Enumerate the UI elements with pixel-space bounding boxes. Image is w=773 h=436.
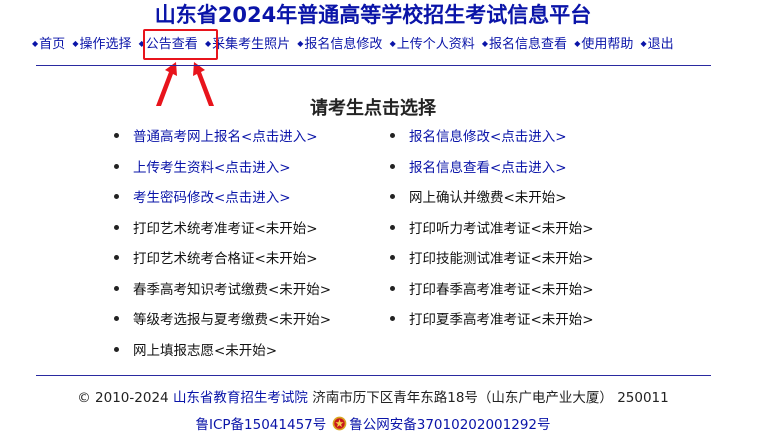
bullet-dot-icon <box>390 194 395 199</box>
diamond-bullet-icon: ◆ <box>389 39 396 48</box>
bullet-dot-icon <box>114 255 119 260</box>
site-title: 山东省2024年普通高等学校招生考试信息平台 <box>154 3 592 27</box>
option-confirm-and-pay: 网上确认并缴费<未开始> <box>390 187 594 218</box>
nav-item-label: 报名信息查看 <box>489 37 568 52</box>
bullet-dot-icon <box>390 224 395 230</box>
nav-item-label: 使用帮助 <box>581 37 634 52</box>
bullet-dot-icon <box>114 285 119 291</box>
nav-item-label: 采集考生照片 <box>212 37 291 52</box>
police-record-link[interactable]: 鲁公网安备37010202001292号 <box>349 417 550 433</box>
option-change-password[interactable]: 考生密码修改<点击进入> <box>114 187 331 218</box>
option-label: 打印艺术统考准考证<未开始> <box>133 220 318 237</box>
option-label: 网上填报志愿<未开始> <box>133 342 278 359</box>
bullet-dot-icon <box>114 133 119 138</box>
divider-bottom <box>36 375 711 376</box>
icp-link[interactable]: 鲁ICP备15041457号 <box>195 417 326 433</box>
option-label: 打印夏季高考准考证<未开始> <box>409 312 594 328</box>
divider-top <box>36 65 711 66</box>
options-right-column: 报名信息修改<点击进入> 报名信息查看<点击进入> 网上确认并缴费<未开始> 打… <box>390 126 594 340</box>
annotation-highlight-box <box>143 29 218 60</box>
bullet-dot-icon <box>390 163 395 169</box>
nav-item-view-registration[interactable]: ◆报名信息查看 <box>482 34 567 55</box>
option-level-exam-selection: 等级考选报与夏考缴费<未开始> <box>114 309 331 340</box>
option-label: 考生密码修改<点击进入> <box>133 190 291 206</box>
option-label: 打印艺术统考合格证<未开始> <box>133 251 318 267</box>
option-print-spring-admission: 打印春季高考准考证<未开始> <box>390 279 594 310</box>
nav-item-label: 操作选择 <box>79 37 132 52</box>
nav-item-home[interactable]: ◆首页 <box>32 34 65 55</box>
bullet-dot-icon <box>390 285 395 291</box>
footer-registration: 鲁ICP备15041457号 鲁公网安备37010202001292号 <box>0 414 746 436</box>
option-label: 报名信息修改<点击进入> <box>409 129 567 145</box>
page: 山东省2024年普通高等学校招生考试信息平台 ◆首页 ◆操作选择 ◆公告查看 ◆… <box>0 0 773 436</box>
option-label: 打印春季高考准考证<未开始> <box>409 281 594 298</box>
nav-item-label: 报名信息修改 <box>304 37 383 52</box>
address-text: 济南市历下区青年东路18号（山东广电产业大厦） 250011 <box>312 390 669 406</box>
option-label: 网上确认并缴费<未开始> <box>409 190 567 206</box>
nav-item-help[interactable]: ◆使用帮助 <box>574 34 633 55</box>
bullet-dot-icon <box>390 133 395 138</box>
nav-item-logout[interactable]: ◆退出 <box>641 34 674 55</box>
option-upload-documents[interactable]: 上传考生资料<点击进入> <box>114 157 331 188</box>
bullet-dot-icon <box>114 163 119 169</box>
option-print-listening-admission: 打印听力考试准考证<未开始> <box>390 218 594 249</box>
option-print-summer-admission: 打印夏季高考准考证<未开始> <box>390 309 594 340</box>
section-heading: 请考生点击选择 <box>310 98 436 119</box>
diamond-bullet-icon: ◆ <box>481 39 489 48</box>
option-online-registration[interactable]: 普通高考网上报名<点击进入> <box>114 126 331 157</box>
nav-item-edit-registration[interactable]: ◆报名信息修改 <box>297 34 382 55</box>
option-label: 普通高考网上报名<点击进入> <box>133 129 318 145</box>
nav-item-label: 退出 <box>647 37 674 52</box>
bullet-dot-icon <box>114 346 119 352</box>
bullet-dot-icon <box>390 255 395 260</box>
bullet-dot-icon <box>114 224 119 230</box>
bullet-dot-icon <box>114 194 119 199</box>
options-left-column: 普通高考网上报名<点击进入> 上传考生资料<点击进入> 考生密码修改<点击进入>… <box>114 126 331 370</box>
diamond-bullet-icon: ◆ <box>640 39 647 48</box>
option-print-art-admission: 打印艺术统考准考证<未开始> <box>114 218 331 249</box>
option-spring-exam-fee: 春季高考知识考试缴费<未开始> <box>114 279 331 310</box>
option-edit-registration[interactable]: 报名信息修改<点击进入> <box>390 126 594 157</box>
footer-copyright: © 2010-2024 山东省教育招生考试院 济南市历下区青年东路18号（山东广… <box>0 388 746 408</box>
option-label: 等级考选报与夏考缴费<未开始> <box>133 312 332 328</box>
option-fill-volunteer: 网上填报志愿<未开始> <box>114 340 331 371</box>
option-print-art-certificate: 打印艺术统考合格证<未开始> <box>114 248 331 279</box>
copyright-text: © 2010-2024 <box>77 390 169 406</box>
diamond-bullet-icon: ◆ <box>574 39 581 48</box>
option-label: 报名信息查看<点击进入> <box>409 159 567 176</box>
diamond-bullet-icon: ◆ <box>32 39 39 48</box>
nav-item-upload-documents[interactable]: ◆上传个人资料 <box>390 34 475 55</box>
option-label: 上传考生资料<点击进入> <box>133 159 291 176</box>
diamond-bullet-icon: ◆ <box>297 39 304 48</box>
option-view-registration[interactable]: 报名信息查看<点击进入> <box>390 157 594 188</box>
option-print-skill-admission: 打印技能测试准考证<未开始> <box>390 248 594 279</box>
option-label: 春季高考知识考试缴费<未开始> <box>133 281 332 298</box>
option-label: 打印技能测试准考证<未开始> <box>409 251 594 267</box>
nav-item-operation-select[interactable]: ◆操作选择 <box>72 34 131 55</box>
top-nav: ◆首页 ◆操作选择 ◆公告查看 ◆采集考生照片 ◆报名信息修改 ◆上传个人资料 … <box>32 34 677 54</box>
bullet-dot-icon <box>114 316 119 321</box>
diamond-bullet-icon: ◆ <box>72 39 79 48</box>
option-label: 打印听力考试准考证<未开始> <box>409 220 594 237</box>
nav-item-label: 上传个人资料 <box>396 37 475 52</box>
org-link[interactable]: 山东省教育招生考试院 <box>173 390 308 406</box>
police-emblem-icon <box>332 416 347 431</box>
bullet-dot-icon <box>390 316 395 321</box>
nav-item-label: 首页 <box>39 37 66 52</box>
